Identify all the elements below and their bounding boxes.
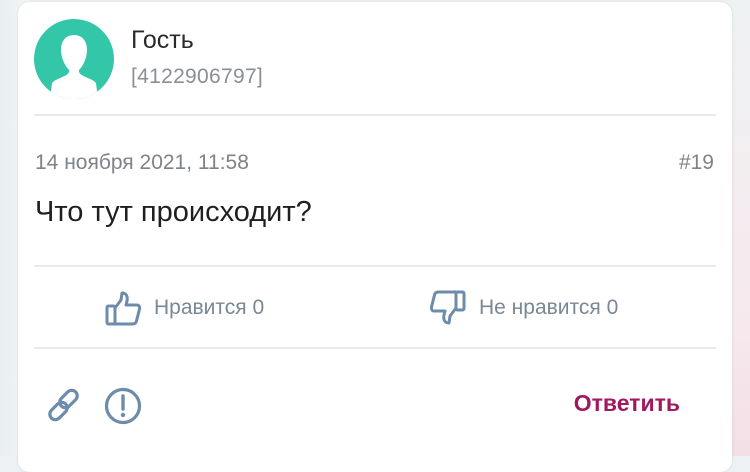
- link-icon: [48, 388, 79, 422]
- user-name[interactable]: Гость: [131, 26, 194, 55]
- user-silhouette-icon: [50, 35, 98, 99]
- user-id: [4122906797]: [131, 65, 264, 88]
- thumbs-up-icon: [105, 291, 142, 326]
- post-text: Что тут происходит?: [35, 196, 312, 228]
- comment-card: Гость [4122906797] 14 ноября 2021, 11:58…: [18, 2, 732, 472]
- copy-link-button[interactable]: [45, 386, 83, 424]
- post-number[interactable]: #19: [679, 151, 714, 175]
- dislike-button[interactable]: Не нравится 0: [429, 288, 618, 328]
- thumbs-down-icon: [429, 290, 466, 325]
- divider-votes: [34, 347, 716, 349]
- like-button[interactable]: Нравится 0: [104, 288, 264, 328]
- reply-button[interactable]: Ответить: [574, 390, 680, 417]
- dislike-label: Не нравится 0: [479, 296, 619, 319]
- avatar[interactable]: [34, 19, 114, 99]
- divider-body: [34, 265, 716, 267]
- like-label: Нравится 0: [154, 296, 265, 319]
- report-button[interactable]: [103, 386, 143, 426]
- post-date: 14 ноября 2021, 11:58: [35, 151, 249, 174]
- divider-header: [34, 114, 716, 116]
- exclamation-circle-icon: [104, 387, 142, 425]
